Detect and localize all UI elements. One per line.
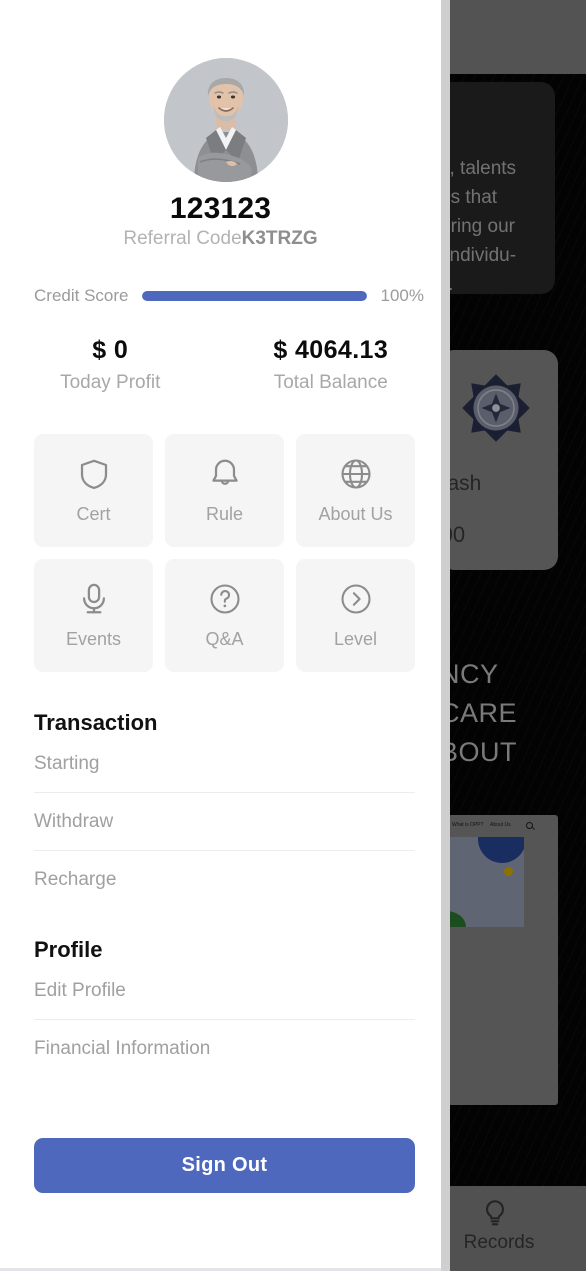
decorative-green-shape xyxy=(448,911,466,927)
decorative-blue-shape xyxy=(478,837,524,863)
menu-item-financial-information[interactable]: Financial Information xyxy=(34,1020,415,1078)
page-title: 123123 xyxy=(169,192,272,225)
bell-icon xyxy=(207,456,243,492)
menu-item-recharge[interactable]: Recharge xyxy=(34,851,415,909)
background-web-nav: What is OPP? About Us xyxy=(448,817,558,837)
menu-item-withdraw[interactable]: Withdraw xyxy=(34,793,415,851)
lightbulb-icon xyxy=(480,1196,510,1230)
drawer-bottom-edge xyxy=(0,1263,441,1271)
profile-drawer: 123123 Referral CodeK3TRZG Credit Score … xyxy=(0,0,441,1271)
tile-label: Level xyxy=(333,629,378,649)
avatar[interactable] xyxy=(164,58,288,182)
background-records-label[interactable]: Records xyxy=(448,1232,550,1254)
background-topbar xyxy=(448,0,586,74)
tile-label: About Us xyxy=(318,504,393,524)
question-circle-icon xyxy=(207,581,243,617)
section-title-transaction: Transaction xyxy=(34,710,158,735)
search-icon[interactable] xyxy=(526,822,533,829)
stat-value: $ 4064.13 xyxy=(273,336,389,364)
drawer-scrollbar[interactable] xyxy=(441,0,450,1271)
background-web-preview-card[interactable]: What is OPP? About Us xyxy=(448,815,558,1105)
referral-code-label: Referral Code xyxy=(123,228,242,249)
background-web-nav-item-2[interactable]: About Us xyxy=(490,822,511,828)
app-root: s, talents es that bring our individu- y… xyxy=(0,0,586,1271)
tile-about-us[interactable]: About Us xyxy=(296,434,415,547)
stats-row: $ 0 Today Profit $ 4064.13 Total Balance xyxy=(0,336,441,394)
menu-item-starting[interactable]: Starting xyxy=(34,735,415,793)
menu-list-profile: Edit Profile Financial Information xyxy=(34,962,415,1078)
stat-today-profit: $ 0 Today Profit xyxy=(0,336,221,394)
background-web-hero-image xyxy=(448,837,524,927)
credit-score-progress-fill xyxy=(142,291,367,301)
chevron-right-circle-icon xyxy=(338,581,374,617)
credit-score-label: Credit Score xyxy=(34,286,129,305)
diamond-badge-icon xyxy=(460,372,532,444)
stat-total-balance: $ 4064.13 Total Balance xyxy=(221,336,442,394)
background-web-nav-item-1[interactable]: What is OPP? xyxy=(452,822,483,828)
background-cash-card[interactable]: y Cash 00.00 xyxy=(410,350,558,570)
tile-qa[interactable]: Q&A xyxy=(165,559,284,672)
background-text-body: s, talents es that bring our individu- y… xyxy=(440,158,517,295)
tile-label: Rule xyxy=(205,504,244,524)
referral-code-value: K3TRZG xyxy=(241,228,318,249)
stat-label: Today Profit xyxy=(60,372,161,393)
referral-code-row[interactable]: Referral CodeK3TRZG xyxy=(0,228,441,250)
menu-list-transaction: Starting Withdraw Recharge xyxy=(34,735,415,909)
decorative-yellow-dot xyxy=(504,867,513,876)
tile-label: Cert xyxy=(76,504,111,524)
tile-label: Events xyxy=(65,629,122,649)
section-title-profile: Profile xyxy=(34,937,103,962)
credit-score-row: Credit Score 100% xyxy=(34,284,424,308)
tile-level[interactable]: Level xyxy=(296,559,415,672)
tile-events[interactable]: Events xyxy=(34,559,153,672)
tile-rule[interactable]: Rule xyxy=(165,434,284,547)
background-bottom-nav: Records xyxy=(448,1186,586,1271)
credit-score-percent: 100% xyxy=(380,286,424,305)
tile-cert[interactable]: Cert xyxy=(34,434,153,547)
stat-label: Total Balance xyxy=(273,372,388,393)
stat-value: $ 0 xyxy=(92,336,129,364)
microphone-icon xyxy=(76,581,112,617)
sign-out-button[interactable]: Sign Out xyxy=(34,1138,415,1193)
shield-icon xyxy=(76,456,112,492)
menu-item-edit-profile[interactable]: Edit Profile xyxy=(34,962,415,1020)
globe-icon xyxy=(338,456,374,492)
background-nav-items[interactable]: NCY CARE BOUT xyxy=(440,655,517,772)
credit-score-progressbar xyxy=(142,291,367,301)
shortcut-tiles-grid: Cert Rule About Us Events Q&A Level xyxy=(34,434,415,672)
tile-label: Q&A xyxy=(205,629,244,649)
